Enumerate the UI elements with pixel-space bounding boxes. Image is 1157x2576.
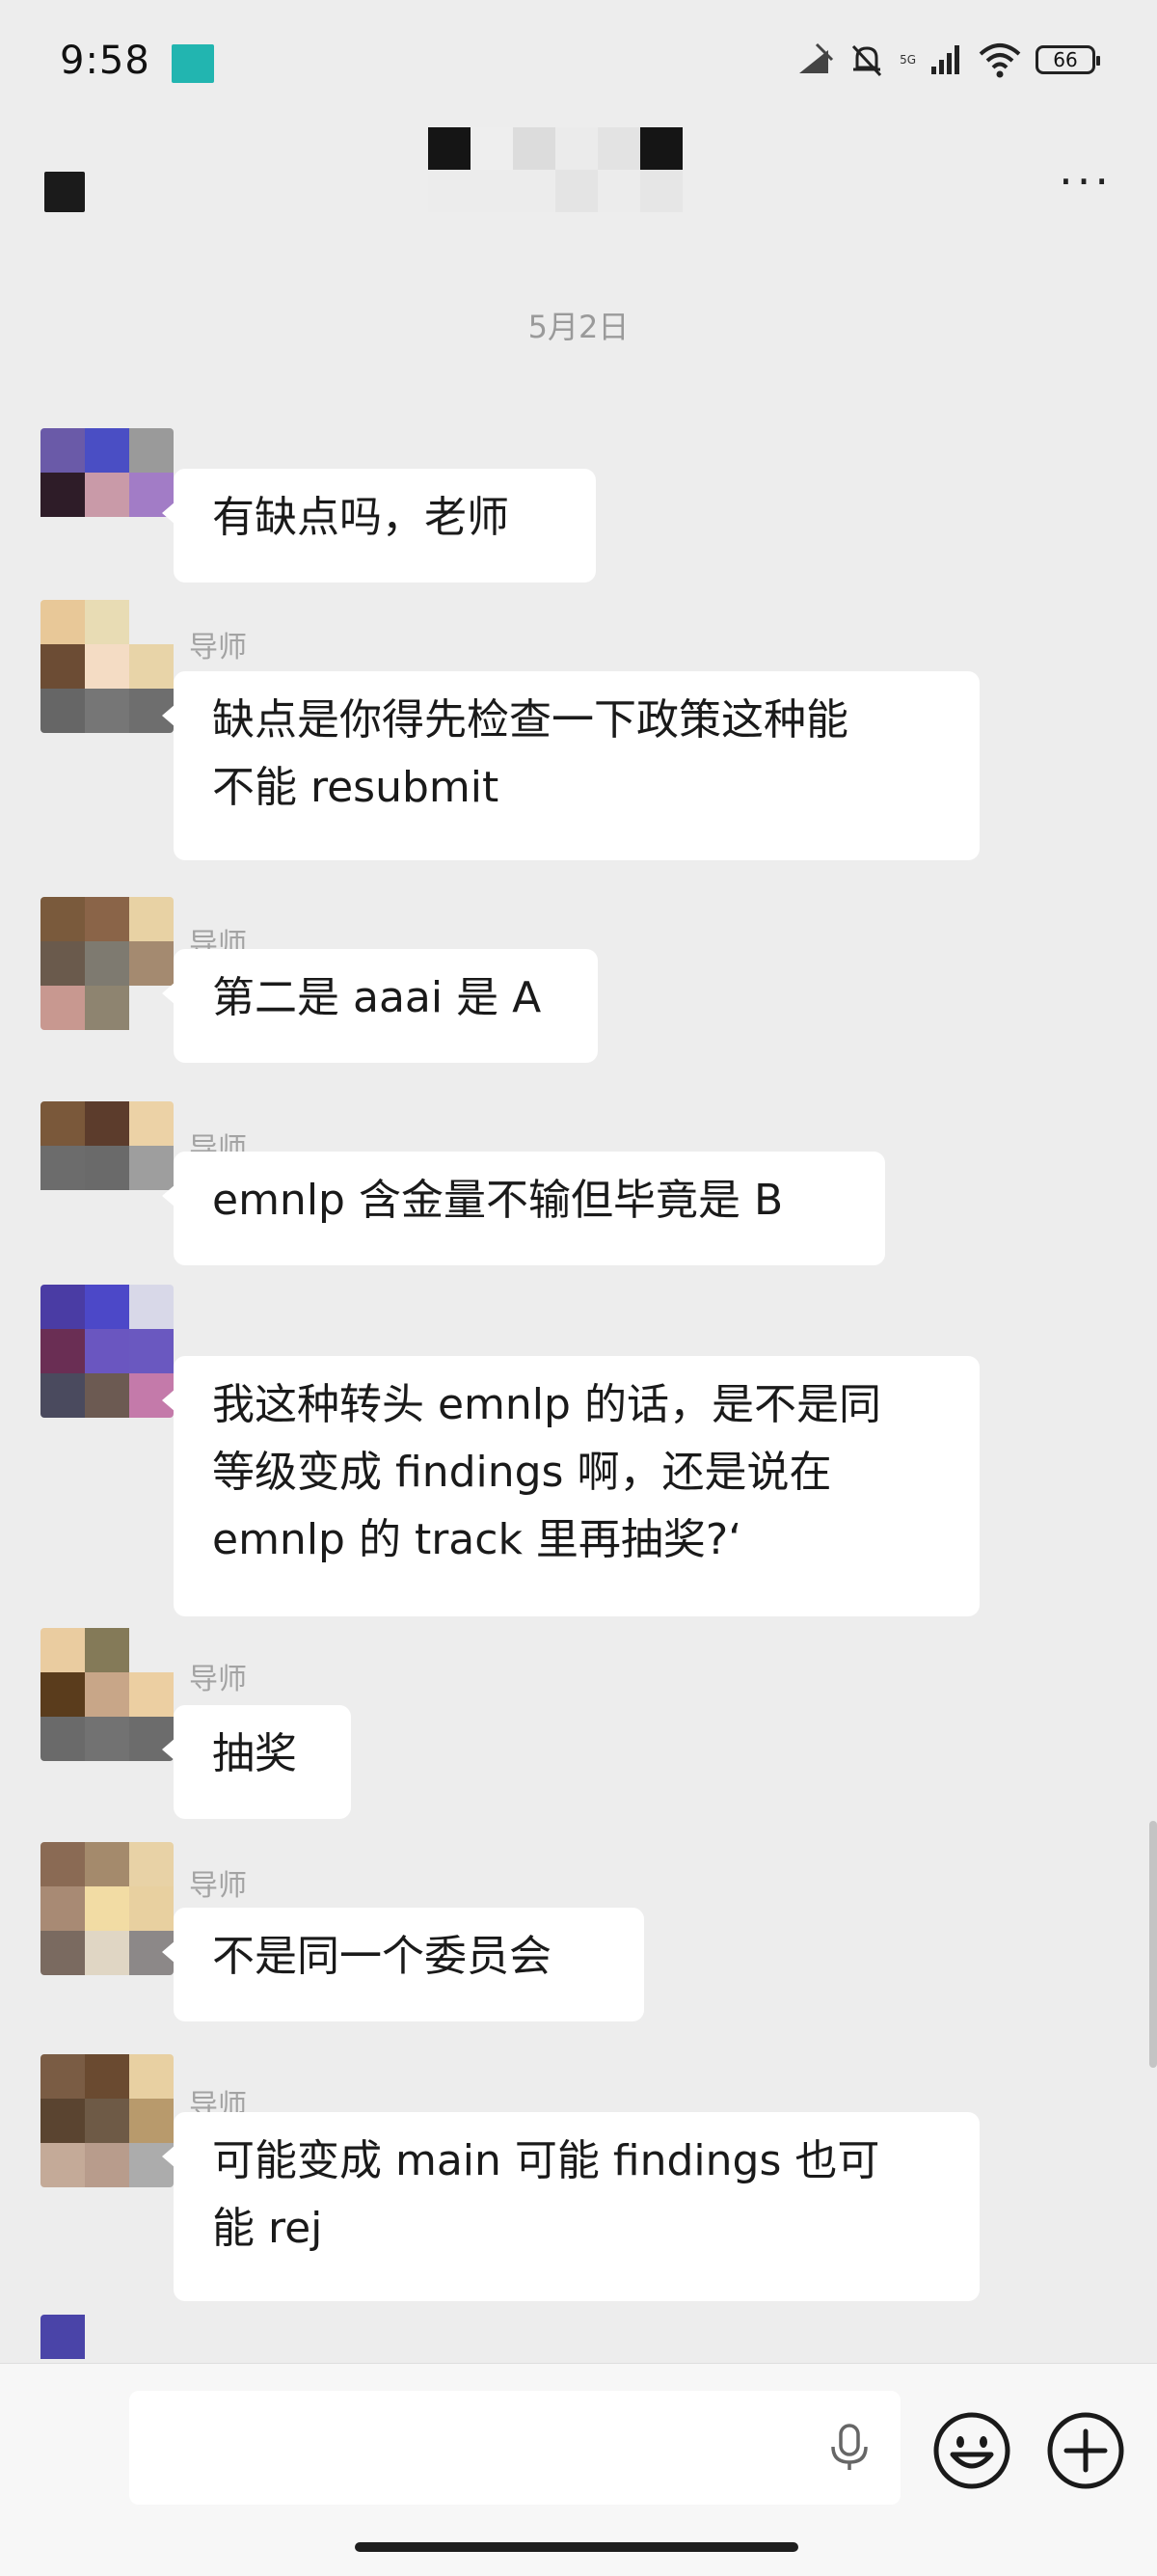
avatar[interactable] [40, 2054, 174, 2187]
plus-icon[interactable] [1045, 2410, 1126, 2491]
avatar[interactable] [40, 897, 174, 1030]
avatar[interactable] [40, 1101, 174, 1234]
battery-level: 66 [1053, 48, 1078, 71]
emoji-icon[interactable] [931, 2410, 1012, 2491]
status-icons: 5G 66 [795, 39, 1100, 81]
sender-name: 导师 [189, 1869, 247, 1903]
back-icon[interactable] [44, 172, 85, 212]
signal-icon [931, 45, 959, 74]
message-bubble[interactable]: 缺点是你得先检查一下政策这种能 不能 resubmit [162, 671, 980, 860]
message-bubble[interactable]: emnlp 含金量不输但毕竟是 B [162, 1152, 885, 1265]
chat-message: 有缺点吗，老师 [0, 428, 1157, 592]
message-bubble[interactable]: 不是同一个委员会 [162, 1908, 644, 2021]
mic-icon[interactable] [823, 2422, 875, 2474]
avatar[interactable] [40, 1285, 174, 1418]
chat-message: 导师 缺点是你得先检查一下政策这种能 不能 resubmit [0, 600, 1157, 866]
chat-message: 导师 第二是 aaai 是 A [0, 897, 1157, 1067]
wifi-icon [979, 43, 1021, 78]
app-notification-icon [172, 44, 214, 83]
avatar[interactable] [40, 600, 174, 733]
avatar[interactable] [40, 428, 174, 561]
chat-message: 导师 不是同一个委员会 [0, 1842, 1157, 2035]
chat-message: 导师 抽奖 [0, 1628, 1157, 1821]
sender-name: 导师 [189, 631, 247, 664]
chat-message: 导师 可能变成 main 可能 findings 也可 能 rej [0, 2054, 1157, 2305]
more-dots-icon[interactable]: ··· [1059, 159, 1113, 203]
chat-message: 导师 emnlp 含金量不输但毕竟是 B [0, 1101, 1157, 1271]
message-bubble[interactable]: 可能变成 main 可能 findings 也可 能 rej [162, 2112, 980, 2301]
input-bar [0, 2363, 1157, 2576]
date-separator: 5月2日 [527, 309, 630, 345]
message-bubble[interactable]: 第二是 aaai 是 A [162, 949, 598, 1063]
message-input[interactable] [129, 2391, 901, 2505]
sender-name: 导师 [189, 1663, 247, 1696]
data-transfer-icon [799, 42, 834, 73]
chat-message: 我这种转头 emnlp 的话，是不是同 等级变成 findings 啊，还是说在… [0, 1285, 1157, 1622]
message-bubble[interactable]: 有缺点吗，老师 [162, 469, 596, 583]
bell-muted-icon [851, 44, 882, 77]
chat-title-redacted [428, 127, 683, 212]
scrollbar[interactable] [1149, 1821, 1157, 2068]
avatar[interactable] [40, 1628, 174, 1761]
message-bubble[interactable]: 抽奖 [162, 1705, 351, 1819]
status-bar: 9:58 5G 66 [0, 0, 1157, 135]
message-bubble[interactable]: 我这种转头 emnlp 的话，是不是同 等级变成 findings 啊，还是说在… [162, 1356, 980, 1616]
status-time: 9:58 [60, 39, 150, 83]
avatar[interactable] [40, 2315, 174, 2363]
home-indicator[interactable] [355, 2542, 798, 2552]
battery-icon: 66 [1036, 45, 1100, 74]
avatar[interactable] [40, 1842, 174, 1975]
network-type: 5G [900, 53, 916, 67]
